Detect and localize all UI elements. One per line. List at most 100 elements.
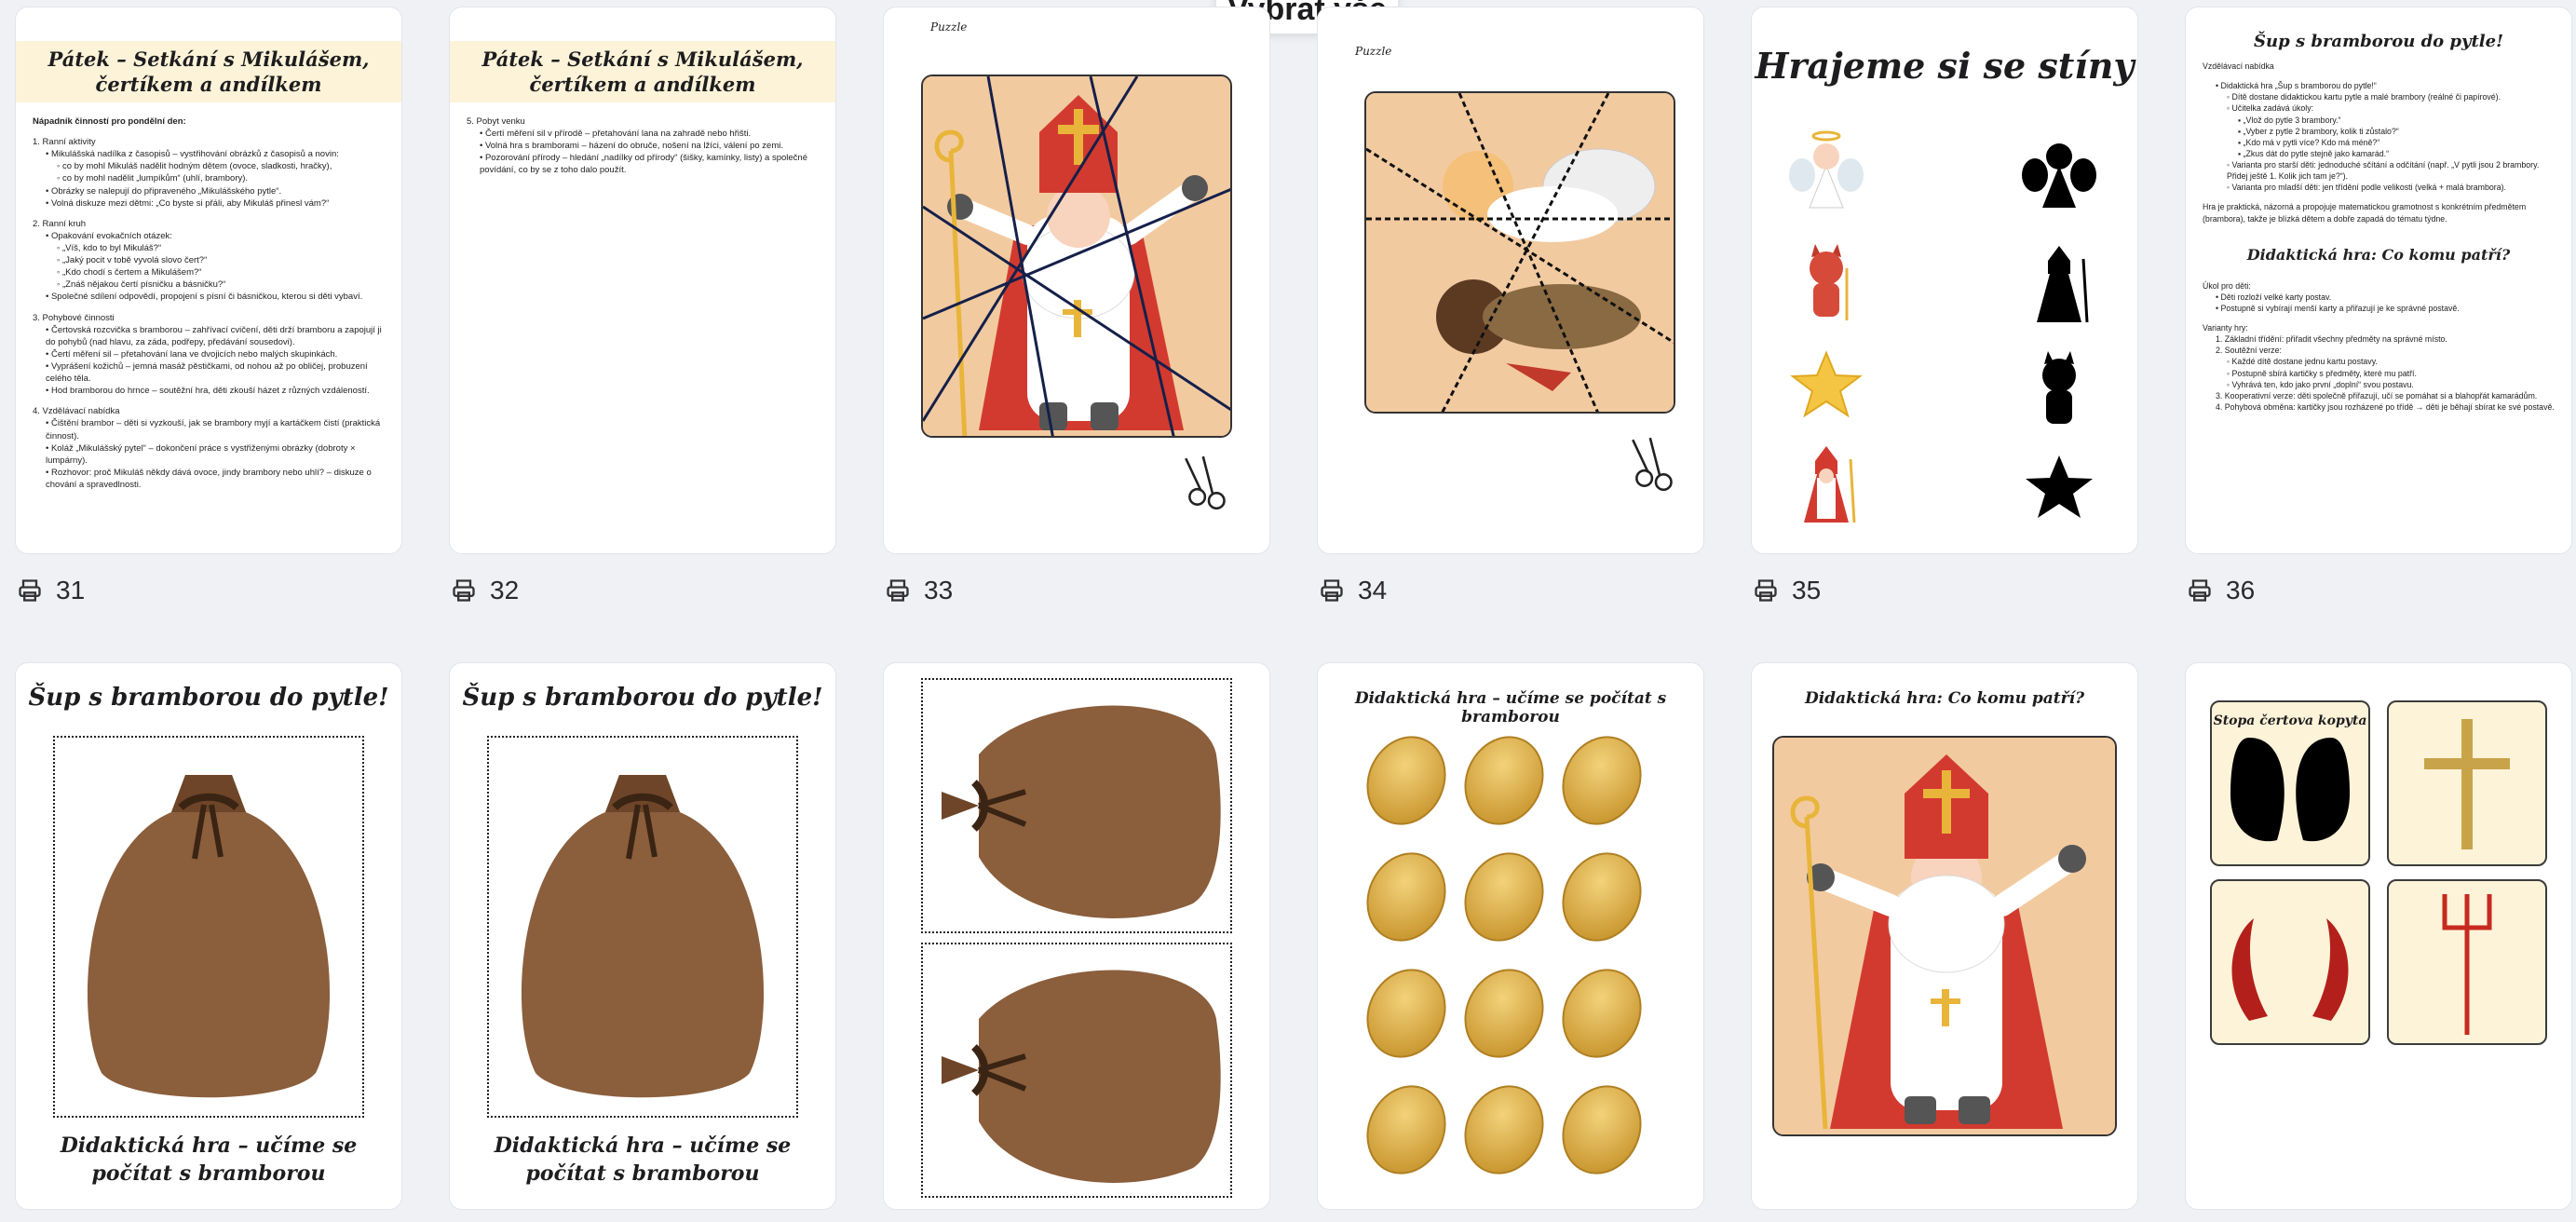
text-line: • Volná hra s bramborami – házení do obr… bbox=[480, 141, 783, 152]
scissors-icon bbox=[1185, 455, 1226, 510]
text-line: • Čištění brambor – děti si vyzkouší, ja… bbox=[46, 418, 381, 441]
page-thumbnail-38[interactable]: Šup s bramborou do pytle! Didaktická hra… bbox=[449, 662, 836, 1210]
puzzle-image bbox=[1364, 91, 1675, 414]
card-label: Stopa čertova kopyta bbox=[2213, 713, 2367, 728]
puzzle-label: Puzzle bbox=[1355, 45, 1392, 58]
text-line: ◦ „Jaký pocit v tobě vyvolá slovo čert?“ bbox=[57, 255, 208, 266]
potato-icon bbox=[1366, 1085, 1446, 1174]
sack-icon bbox=[87, 775, 331, 1098]
text-line: ◦ „Víš, kdo to byl Mikuláš?“ bbox=[57, 242, 162, 253]
text-line: 2. Soutěžní verze: bbox=[2216, 346, 2282, 356]
section-title: 4. Vzdělávací nabídka bbox=[33, 406, 120, 417]
page-title: Hrajeme si se stíny bbox=[1755, 45, 2135, 87]
trident-icon bbox=[2442, 894, 2492, 1035]
text-line: • Vyprášení kožichů – jemná masáž pěstič… bbox=[46, 360, 368, 385]
text-line: • Koláž „Mikulášský pytel“ – dokončení p… bbox=[46, 442, 356, 466]
page-thumbnail-36[interactable]: Šup s bramborou do pytle! Vzdělávací nab… bbox=[2185, 7, 2572, 554]
text-line: 1. Základní třídění: přiřadit všechny př… bbox=[2216, 334, 2447, 345]
page-thumbnail-33[interactable]: Puzzle bbox=[883, 7, 1270, 554]
text-line: • Děti rozloží velké karty postav. bbox=[2216, 292, 2332, 302]
devil-icon bbox=[1810, 244, 1849, 320]
page-title: Šup s bramborou do pytle! bbox=[28, 684, 389, 712]
page-title: Šup s bramborou do pytle! bbox=[2254, 32, 2503, 51]
text-line: • Hod bramborou do hrnce – soutěžní hra,… bbox=[46, 386, 370, 397]
page-thumbnail-39[interactable] bbox=[883, 662, 1270, 1210]
potato-icon bbox=[1464, 1085, 1544, 1174]
text-line: • Čertí měření sil – přetahování lana ve… bbox=[46, 348, 338, 360]
printer-icon bbox=[1321, 579, 1343, 602]
heading: Nápadník činností pro pondělní den: bbox=[33, 116, 186, 127]
text-line: • Rozhovor: proč Mikuláš někdy dává ovoc… bbox=[46, 467, 372, 490]
section-title: 1. Ranní aktivity bbox=[33, 137, 96, 148]
text-line: • Společné sdílení odpovědí, propojení s… bbox=[46, 292, 363, 303]
potato-icon bbox=[1366, 969, 1446, 1058]
page-thumbnail-34[interactable]: Puzzle bbox=[1317, 7, 1704, 554]
page-number-35: 35 bbox=[1753, 576, 1821, 605]
page-title: Didaktická hra – učíme se počítat s bram… bbox=[1354, 689, 1667, 726]
section-heading: Didaktická hra: Co komu patří? bbox=[2246, 245, 2511, 264]
page-title: Pátek – Setkání s Mikulášem, čertíkem a a… bbox=[16, 41, 401, 102]
devil-horns-icon bbox=[2231, 918, 2349, 1021]
text-line: ◦ „Kdo chodí s čertem a Mikulášem?“ bbox=[57, 267, 202, 278]
text-line: ▪ „Zkus dát do pytle stejně jako kamarád… bbox=[2238, 148, 2390, 158]
page-thumbnail-42[interactable]: Stopa čertova kopyta bbox=[2185, 662, 2572, 1210]
page-number: 34 bbox=[1358, 576, 1388, 604]
potato-icon bbox=[1464, 736, 1544, 825]
caption: Didaktická hra – učíme se počítat s bram… bbox=[60, 1134, 358, 1186]
page-number-32: 32 bbox=[451, 576, 519, 605]
text-line: ▪ „Vlož do pytle 3 brambory.“ bbox=[2238, 115, 2341, 125]
potato-icon bbox=[1366, 736, 1446, 825]
page-title: Šup s bramborou do pytle! bbox=[462, 684, 823, 712]
page-thumbnail-41[interactable]: Didaktická hra: Co komu patří? bbox=[1751, 662, 2138, 1210]
potato-icon bbox=[1562, 1085, 1642, 1174]
text-line: • Obrázky se nalepují do připraveného „M… bbox=[46, 185, 282, 197]
page-body: Vzdělávací nabídka • Didaktická hra „Šup… bbox=[2186, 51, 2571, 426]
page-thumbnail-35[interactable]: Hrajeme si se stíny bbox=[1751, 7, 2138, 554]
page-number: 36 bbox=[2226, 576, 2256, 604]
page-thumbnail-37[interactable]: Šup s bramborou do pytle! Didaktická hra… bbox=[15, 662, 402, 1210]
nicholas-shadow-icon bbox=[2037, 246, 2089, 323]
page-number-36: 36 bbox=[2187, 576, 2255, 605]
page-number-31: 31 bbox=[17, 576, 85, 605]
page-title: Pátek – Setkání s Mikulášem, čertíkem a a… bbox=[450, 41, 835, 102]
page-number: 32 bbox=[490, 576, 520, 604]
page-thumbnail-32[interactable]: Pátek – Setkání s Mikulášem, čertíkem a a… bbox=[449, 7, 836, 554]
printer-icon bbox=[1755, 579, 1777, 602]
page-number: 31 bbox=[56, 576, 86, 604]
text-line: • Mikulášská nadílka z časopisů – vystři… bbox=[46, 149, 339, 160]
potato-icon bbox=[1562, 736, 1642, 825]
printer-icon bbox=[19, 579, 41, 602]
devil-shadow-icon bbox=[2042, 351, 2076, 424]
cut-frame bbox=[53, 736, 364, 1118]
page-thumbnail-40[interactable]: Didaktická hra – učíme se počítat s bram… bbox=[1317, 662, 1704, 1210]
card-horns bbox=[2210, 879, 2370, 1045]
text-line: ◦ Vyhrává ten, kdo jako první „doplní“ s… bbox=[2227, 379, 2414, 389]
potato-icon bbox=[1464, 852, 1544, 942]
text-line: 4. Pohybová obměna: kartičky jsou rozház… bbox=[2216, 401, 2555, 412]
text-line: • Didaktická hra „Šup s bramborou do pyt… bbox=[2216, 81, 2377, 91]
page-thumbnail-31[interactable]: Pátek – Setkání s Mikulášem, čertíkem a a… bbox=[15, 7, 402, 554]
card-trident bbox=[2387, 879, 2547, 1045]
sack-sideways-icon bbox=[942, 705, 1221, 918]
section-title: Vzdělávací nabídka bbox=[2203, 61, 2274, 71]
text-line: • Postupně si vybírají menší karty a při… bbox=[2216, 303, 2460, 313]
text-line: ◦ co by mohl Mikuláš nadělit hodným děte… bbox=[57, 161, 332, 172]
page-number: 33 bbox=[924, 576, 954, 604]
text-line: Hra je praktická, názorná a propojuje ma… bbox=[2203, 202, 2527, 224]
angel-devil-illustration bbox=[1366, 93, 1674, 412]
page-body: Nápadník činností pro pondělní den: 1. R… bbox=[16, 102, 401, 504]
card-hoof: Stopa čertova kopyta bbox=[2210, 700, 2370, 866]
section-title: 5. Pobyt venku bbox=[467, 116, 525, 127]
page-number-34: 34 bbox=[1319, 576, 1387, 605]
angel-icon bbox=[1789, 130, 1864, 209]
saint-nicholas-illustration bbox=[923, 76, 1230, 436]
text-line: ◦ Postupně sbírá kartičky s předměty, kt… bbox=[2227, 368, 2417, 378]
cross-icon bbox=[2424, 719, 2510, 849]
text-line: ◦ Dítě dostane didaktickou kartu pytle a… bbox=[2227, 92, 2501, 102]
angel-shadow-icon bbox=[2022, 143, 2096, 208]
scissors-icon bbox=[1632, 437, 1673, 492]
puzzle-label: Puzzle bbox=[930, 20, 968, 34]
star-icon bbox=[1790, 350, 1863, 418]
title-line: čertíkem a andílkem bbox=[95, 73, 322, 96]
potato-icon bbox=[1366, 852, 1446, 942]
